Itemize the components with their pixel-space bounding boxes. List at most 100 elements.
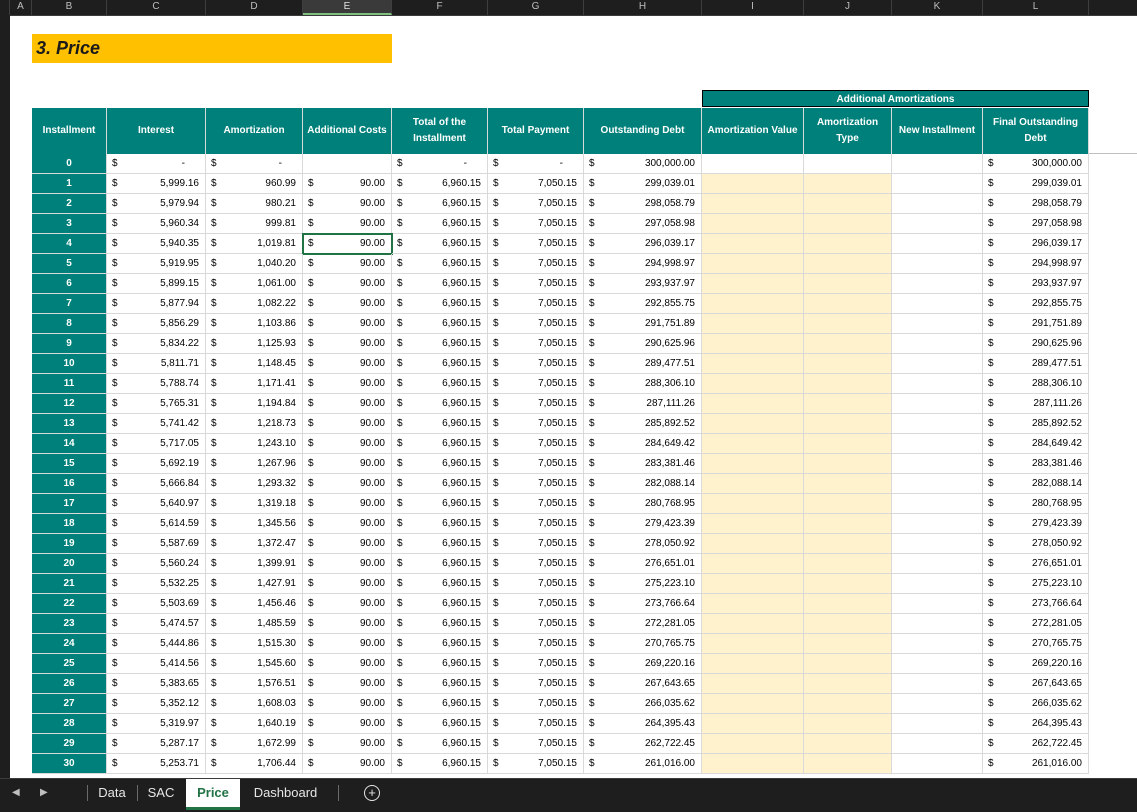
amortization-cell[interactable]: $1,103.86	[206, 314, 303, 334]
total-installment-cell[interactable]: $6,960.15	[392, 374, 488, 394]
new-installment-cell[interactable]	[892, 174, 983, 194]
column-header[interactable]: H	[584, 0, 702, 15]
total-installment-cell[interactable]: $6,960.15	[392, 274, 488, 294]
interest-cell[interactable]: $5,765.31	[107, 394, 206, 414]
amortization-type-cell[interactable]	[804, 634, 892, 654]
total-installment-cell[interactable]: $6,960.15	[392, 514, 488, 534]
additional-costs-cell[interactable]: $90.00	[303, 474, 392, 494]
installment-number-cell[interactable]: 26	[32, 674, 107, 694]
installment-number-cell[interactable]: 28	[32, 714, 107, 734]
amortization-value-cell[interactable]	[702, 654, 804, 674]
amortization-cell[interactable]: $1,345.56	[206, 514, 303, 534]
interest-cell[interactable]: $5,811.71	[107, 354, 206, 374]
new-installment-cell[interactable]	[892, 234, 983, 254]
amortization-value-cell[interactable]	[702, 554, 804, 574]
amortization-cell[interactable]: $1,293.32	[206, 474, 303, 494]
interest-cell[interactable]: $5,253.71	[107, 754, 206, 774]
additional-costs-cell[interactable]: $90.00	[303, 314, 392, 334]
total-installment-cell[interactable]: $6,960.15	[392, 554, 488, 574]
additional-costs-cell[interactable]: $90.00	[303, 714, 392, 734]
interest-cell[interactable]: $5,919.95	[107, 254, 206, 274]
new-installment-cell[interactable]	[892, 354, 983, 374]
outstanding-debt-cell[interactable]: $300,000.00	[584, 154, 702, 174]
amortization-cell[interactable]: $1,267.96	[206, 454, 303, 474]
amortization-type-cell[interactable]	[804, 714, 892, 734]
amortization-type-cell[interactable]	[804, 294, 892, 314]
amortization-value-cell[interactable]	[702, 474, 804, 494]
final-outstanding-debt-cell[interactable]: $261,016.00	[983, 754, 1089, 774]
total-payment-cell[interactable]: $7,050.15	[488, 634, 584, 654]
interest-cell[interactable]: $5,899.15	[107, 274, 206, 294]
outstanding-debt-cell[interactable]: $270,765.75	[584, 634, 702, 654]
total-payment-cell[interactable]: $7,050.15	[488, 494, 584, 514]
outstanding-debt-cell[interactable]: $262,722.45	[584, 734, 702, 754]
total-payment-cell[interactable]: $7,050.15	[488, 534, 584, 554]
amortization-cell[interactable]: $1,427.91	[206, 574, 303, 594]
amortization-type-cell[interactable]	[804, 414, 892, 434]
total-payment-cell[interactable]: $7,050.15	[488, 174, 584, 194]
installment-number-cell[interactable]: 18	[32, 514, 107, 534]
final-outstanding-debt-cell[interactable]: $282,088.14	[983, 474, 1089, 494]
amortization-type-cell[interactable]	[804, 314, 892, 334]
final-outstanding-debt-cell[interactable]: $264,395.43	[983, 714, 1089, 734]
installment-number-cell[interactable]: 2	[32, 194, 107, 214]
plus-circle-icon[interactable]: +	[364, 785, 380, 801]
installment-number-cell[interactable]: 30	[32, 754, 107, 774]
interest-cell[interactable]: $5,979.94	[107, 194, 206, 214]
amortization-value-cell[interactable]	[702, 574, 804, 594]
new-installment-cell[interactable]	[892, 654, 983, 674]
amortization-cell[interactable]: $1,319.18	[206, 494, 303, 514]
amortization-cell[interactable]: $1,485.59	[206, 614, 303, 634]
new-installment-cell[interactable]	[892, 394, 983, 414]
interest-cell[interactable]: $5,352.12	[107, 694, 206, 714]
outstanding-debt-cell[interactable]: $291,751.89	[584, 314, 702, 334]
amortization-cell[interactable]: $ -	[206, 154, 303, 174]
amortization-value-cell[interactable]	[702, 234, 804, 254]
outstanding-debt-cell[interactable]: $298,058.79	[584, 194, 702, 214]
final-outstanding-debt-cell[interactable]: $290,625.96	[983, 334, 1089, 354]
amortization-value-cell[interactable]	[702, 174, 804, 194]
amortization-type-cell[interactable]	[804, 234, 892, 254]
column-header[interactable]: L	[983, 0, 1089, 15]
total-payment-cell[interactable]: $7,050.15	[488, 334, 584, 354]
outstanding-debt-cell[interactable]: $269,220.16	[584, 654, 702, 674]
total-installment-cell[interactable]: $6,960.15	[392, 574, 488, 594]
total-installment-cell[interactable]: $6,960.15	[392, 754, 488, 774]
amortization-cell[interactable]: $1,171.41	[206, 374, 303, 394]
total-installment-cell[interactable]: $6,960.15	[392, 434, 488, 454]
total-installment-cell[interactable]: $6,960.15	[392, 714, 488, 734]
new-installment-cell[interactable]	[892, 574, 983, 594]
total-installment-cell[interactable]: $6,960.15	[392, 634, 488, 654]
amortization-cell[interactable]: $1,706.44	[206, 754, 303, 774]
installment-number-cell[interactable]: 23	[32, 614, 107, 634]
interest-cell[interactable]: $5,287.17	[107, 734, 206, 754]
amortization-value-cell[interactable]	[702, 714, 804, 734]
total-payment-cell[interactable]: $7,050.15	[488, 734, 584, 754]
additional-costs-cell[interactable]: $90.00	[303, 554, 392, 574]
additional-costs-cell[interactable]: $90.00	[303, 494, 392, 514]
new-installment-cell[interactable]	[892, 454, 983, 474]
amortization-value-cell[interactable]	[702, 374, 804, 394]
amortization-cell[interactable]: $1,640.19	[206, 714, 303, 734]
installment-number-cell[interactable]: 19	[32, 534, 107, 554]
outstanding-debt-cell[interactable]: $279,423.39	[584, 514, 702, 534]
amortization-value-cell[interactable]	[702, 454, 804, 474]
final-outstanding-debt-cell[interactable]: $297,058.98	[983, 214, 1089, 234]
outstanding-debt-cell[interactable]: $275,223.10	[584, 574, 702, 594]
outstanding-debt-cell[interactable]: $267,643.65	[584, 674, 702, 694]
new-installment-cell[interactable]	[892, 594, 983, 614]
interest-cell[interactable]: $ -	[107, 154, 206, 174]
additional-costs-cell[interactable]: $90.00	[303, 754, 392, 774]
total-installment-cell[interactable]: $6,960.15	[392, 494, 488, 514]
outstanding-debt-cell[interactable]: $280,768.95	[584, 494, 702, 514]
total-installment-cell[interactable]: $6,960.15	[392, 394, 488, 414]
final-outstanding-debt-cell[interactable]: $272,281.05	[983, 614, 1089, 634]
additional-costs-cell[interactable]: $90.00	[303, 334, 392, 354]
final-outstanding-debt-cell[interactable]: $299,039.01	[983, 174, 1089, 194]
final-outstanding-debt-cell[interactable]: $296,039.17	[983, 234, 1089, 254]
installment-number-cell[interactable]: 11	[32, 374, 107, 394]
installment-number-cell[interactable]: 9	[32, 334, 107, 354]
total-payment-cell[interactable]: $7,050.15	[488, 474, 584, 494]
amortization-value-cell[interactable]	[702, 754, 804, 774]
final-outstanding-debt-cell[interactable]: $294,998.97	[983, 254, 1089, 274]
